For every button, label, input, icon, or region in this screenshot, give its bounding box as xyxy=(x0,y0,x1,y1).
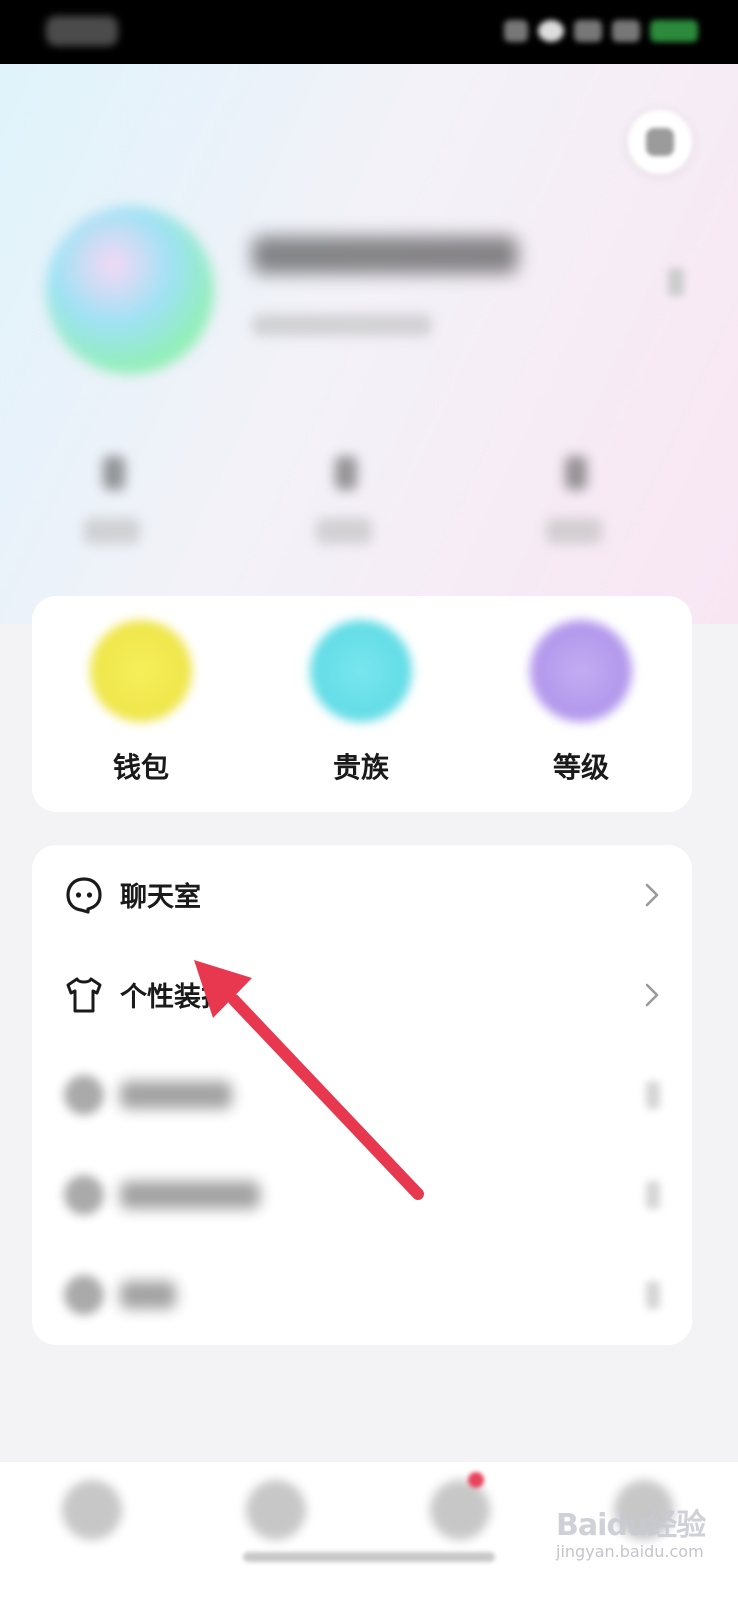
menu-icon-blurred xyxy=(64,1075,104,1115)
menu-label-blurred xyxy=(120,1181,260,1209)
battery-icon xyxy=(650,20,698,42)
status-time-blurred xyxy=(46,16,118,46)
wallet-icon xyxy=(90,620,192,722)
nobility-icon xyxy=(310,620,412,722)
wifi-icon xyxy=(612,20,640,42)
nav-home-icon[interactable] xyxy=(62,1480,122,1540)
notification-icon xyxy=(538,20,564,42)
stat-label-blurred xyxy=(546,518,602,544)
feature-label: 等级 xyxy=(552,751,609,784)
stat-value-blurred xyxy=(335,456,357,490)
menu-item-blurred-2[interactable] xyxy=(32,1145,692,1245)
chevron-right-icon xyxy=(646,1081,660,1109)
menu-item-personal-dressup[interactable]: 个性装扮 xyxy=(32,945,692,1045)
feature-label: 贵族 xyxy=(332,751,389,784)
chevron-right-icon xyxy=(645,883,659,907)
watermark-url: jingyan.baidu.com xyxy=(556,1542,704,1561)
cellular-icon xyxy=(574,20,602,42)
menu-label-blurred xyxy=(120,1081,232,1109)
level-icon xyxy=(530,620,632,722)
menu-icon-blurred xyxy=(64,1275,104,1315)
avatar[interactable] xyxy=(46,206,214,374)
stat-value-blurred xyxy=(565,456,587,490)
menu-card: 聊天室 个性装扮 xyxy=(32,845,692,1345)
menu-item-blurred-1[interactable] xyxy=(32,1045,692,1145)
username-blurred[interactable] xyxy=(252,236,518,274)
ghost-chat-icon xyxy=(66,877,102,914)
stat-follow[interactable] xyxy=(84,456,144,544)
feature-label: 钱包 xyxy=(112,751,169,784)
chevron-right-icon xyxy=(645,983,659,1007)
tshirt-icon xyxy=(66,977,102,1013)
settings-icon[interactable] xyxy=(628,110,692,174)
home-indicator[interactable] xyxy=(243,1552,495,1562)
notification-badge xyxy=(468,1472,484,1488)
status-icons xyxy=(504,20,698,42)
status-bar xyxy=(0,0,738,64)
menu-item-label: 聊天室 xyxy=(120,882,201,913)
menu-icon-blurred xyxy=(64,1175,104,1215)
menu-label-blurred xyxy=(120,1281,176,1309)
menu-item-label: 个性装扮 xyxy=(120,982,228,1013)
stat-value-blurred xyxy=(103,456,125,490)
chevron-right-icon xyxy=(646,1281,660,1309)
user-id-blurred xyxy=(252,314,432,336)
chevron-right-icon xyxy=(646,1181,660,1209)
stat-visitors[interactable] xyxy=(546,456,606,544)
stat-label-blurred xyxy=(84,518,140,544)
nav-discover-icon[interactable] xyxy=(246,1480,306,1540)
watermark: Baidu经验 jingyan.baidu.com xyxy=(556,1496,726,1576)
menu-item-blurred-3[interactable] xyxy=(32,1245,692,1345)
feature-card: 钱包 贵族 等级 xyxy=(32,596,692,812)
chevron-right-icon[interactable] xyxy=(668,268,684,296)
stat-label-blurred xyxy=(316,518,372,544)
stat-fans[interactable] xyxy=(316,456,376,544)
menu-item-chatroom[interactable]: 聊天室 xyxy=(32,845,692,945)
nav-message-icon[interactable] xyxy=(430,1480,490,1540)
watermark-brand: Baidu经验 xyxy=(556,1508,706,1543)
signal-icon xyxy=(504,20,528,42)
